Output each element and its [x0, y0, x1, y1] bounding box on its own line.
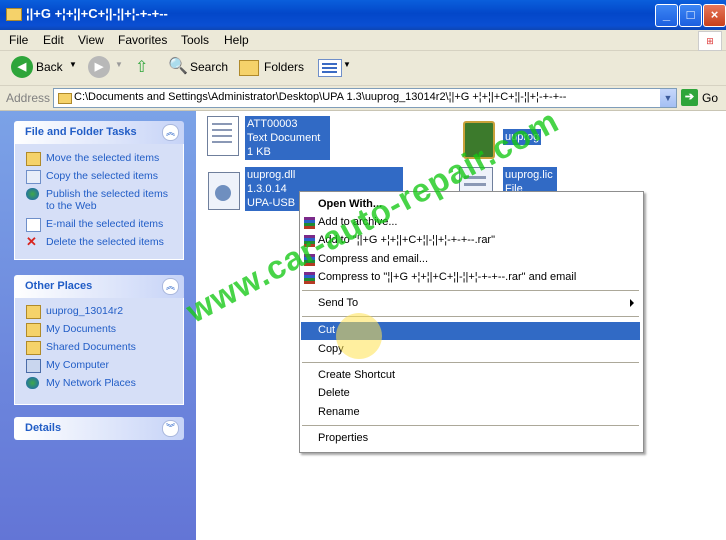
collapse-icon[interactable]: ︽: [162, 124, 179, 141]
task-pane: File and Folder Tasks ︽ Move the selecte…: [0, 111, 196, 540]
delete-x-icon: ✕: [26, 234, 37, 249]
computer-icon: [26, 359, 41, 373]
menu-properties[interactable]: Properties: [301, 430, 640, 448]
title-bar: ¦|+G +¦+¦|+C+¦|-¦|+¦-+-+-- _ □ ×: [0, 0, 726, 30]
go-arrow-icon: ➔: [681, 89, 698, 106]
menu-compress-email[interactable]: Compress and email...: [301, 251, 640, 269]
views-dropdown-icon[interactable]: ▼: [343, 60, 351, 69]
address-input[interactable]: C:\Documents and Settings\Administrator\…: [53, 88, 677, 108]
search-button[interactable]: Search: [190, 60, 228, 74]
panel-body: Move the selected items Copy the selecte…: [14, 144, 184, 260]
window-title: ¦|+G +¦+¦|+C+¦|-¦|+¦-+-+--: [26, 6, 168, 21]
my-documents-icon: [26, 323, 41, 337]
menu-create-shortcut[interactable]: Create Shortcut: [301, 367, 640, 385]
forward-dropdown-icon[interactable]: ▼: [115, 60, 123, 69]
go-button[interactable]: ➔ Go: [681, 89, 726, 107]
folder-icon: [6, 8, 22, 21]
panel-header[interactable]: File and Folder Tasks ︽: [14, 121, 184, 144]
up-folder-icon[interactable]: ⇧: [135, 57, 148, 77]
address-label: Address: [6, 91, 51, 105]
folder-icon: [26, 305, 41, 319]
copy-icon: [26, 170, 41, 184]
minimize-button[interactable]: _: [655, 4, 678, 27]
forward-arrow-icon[interactable]: ▶: [88, 56, 110, 78]
panel-header[interactable]: Details ︾: [14, 417, 184, 440]
menu-tools[interactable]: Tools: [181, 33, 209, 47]
file-label-att00003[interactable]: ATT00003 Text Document 1 KB: [245, 116, 330, 160]
back-button[interactable]: Back: [36, 60, 63, 74]
menu-favorites[interactable]: Favorites: [118, 33, 167, 47]
windows-logo-icon: ⊞: [698, 31, 722, 51]
panel-title: Other Places: [25, 280, 93, 292]
menu-edit[interactable]: Edit: [43, 33, 64, 47]
shared-folder-icon: [26, 341, 41, 355]
file-folder-tasks-panel: File and Folder Tasks ︽ Move the selecte…: [14, 121, 184, 260]
menu-send-to[interactable]: Send To: [301, 295, 640, 313]
panel-header[interactable]: Other Places ︽: [14, 275, 184, 298]
back-arrow-icon[interactable]: ◀: [11, 56, 33, 78]
menu-delete[interactable]: Delete: [301, 385, 640, 403]
go-label: Go: [702, 91, 719, 105]
panel-body: uuprog_13014r2 My Documents Shared Docum…: [14, 298, 184, 405]
address-dropdown-icon[interactable]: ▼: [660, 89, 676, 107]
back-dropdown-icon[interactable]: ▼: [69, 60, 77, 69]
menu-separator: [302, 290, 639, 291]
panel-title: Details: [25, 422, 62, 434]
globe-icon: [26, 188, 39, 200]
collapse-icon[interactable]: ︽: [162, 278, 179, 295]
menu-file[interactable]: File: [9, 33, 28, 47]
dll-gear-icon[interactable]: [208, 172, 240, 210]
folder-icon: [58, 93, 72, 104]
other-places-panel: Other Places ︽ uuprog_13014r2 My Documen…: [14, 275, 184, 405]
move-icon: [26, 152, 41, 166]
close-button[interactable]: ×: [703, 4, 726, 27]
panel-title: File and Folder Tasks: [25, 126, 137, 138]
menu-separator: [302, 425, 639, 426]
winrar-icon: [304, 272, 315, 284]
cursor-highlight: [336, 313, 382, 359]
menu-compress-to-rar-email[interactable]: Compress to "¦|+G +¦+¦|+C+¦|-¦|+¦-+-+--.…: [301, 269, 640, 287]
address-bar: Address C:\Documents and Settings\Admini…: [0, 86, 726, 111]
menu-view[interactable]: View: [78, 33, 104, 47]
menu-help[interactable]: Help: [224, 33, 249, 47]
text-document-icon[interactable]: [207, 116, 239, 156]
address-path: C:\Documents and Settings\Administrator\…: [74, 91, 567, 103]
search-icon: 🔍: [168, 58, 188, 75]
folders-button[interactable]: Folders: [264, 60, 304, 74]
submenu-arrow-icon: [630, 299, 634, 307]
menu-rename[interactable]: Rename: [301, 404, 640, 422]
email-icon: [26, 218, 41, 232]
toolbar: ◀ Back ▼ ▶ ▼ ⇧ 🔍 Search Folders ▼: [0, 51, 726, 86]
details-panel: Details ︾: [14, 417, 184, 440]
maximize-button[interactable]: □: [679, 4, 702, 27]
menu-bar: File Edit View Favorites Tools Help: [0, 30, 726, 51]
network-icon: [26, 377, 39, 389]
views-icon[interactable]: [318, 59, 342, 77]
expand-icon[interactable]: ︾: [162, 420, 179, 437]
menu-separator: [302, 362, 639, 363]
folders-icon: [239, 60, 259, 76]
